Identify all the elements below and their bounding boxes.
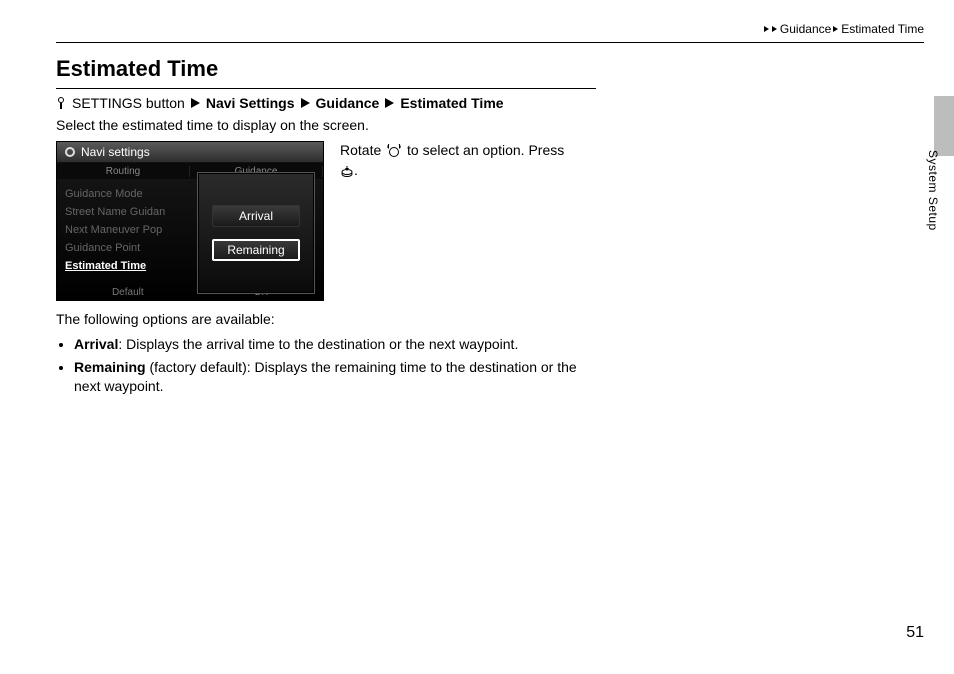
gear-icon [65, 147, 75, 157]
instruction-text: Rotate to select an option. Press . [340, 141, 570, 180]
option-label: Arrival [74, 336, 118, 352]
press-dial-icon [340, 164, 354, 178]
breadcrumb-item: Estimated Time [841, 22, 924, 36]
page-title: Estimated Time [56, 56, 596, 82]
instruction-part: to select an option. Press [403, 142, 564, 158]
lead-text: Select the estimated time to display on … [56, 117, 596, 133]
popup-option: Arrival [212, 205, 300, 227]
instruction-part: . [354, 162, 358, 178]
option-arrival: Arrival: Displays the arrival time to th… [74, 335, 596, 354]
screenshot-tab: Routing [57, 166, 190, 177]
triangle-icon [833, 26, 838, 32]
section-label: System Setup [926, 150, 940, 231]
breadcrumb: Guidance Estimated Time [764, 22, 924, 36]
option-text: (factory default): Displays the remainin… [74, 359, 577, 394]
title-rule [56, 88, 596, 89]
screenshot-header-label: Navi settings [81, 145, 150, 159]
horizontal-rule [56, 42, 924, 43]
option-label: Remaining [74, 359, 146, 375]
instruction-part: Rotate [340, 142, 385, 158]
triangle-icon [764, 26, 769, 32]
footer-default: Default [112, 287, 144, 298]
page-number: 51 [906, 624, 924, 642]
triangle-icon [385, 98, 394, 108]
options-list: Arrival: Displays the arrival time to th… [56, 335, 596, 396]
popup-option-selected: Remaining [212, 239, 300, 261]
rotary-dial-icon [385, 144, 403, 158]
triangle-icon [772, 26, 777, 32]
nav-path-step: Estimated Time [400, 95, 503, 111]
section-tab [934, 96, 954, 156]
nav-path: SETTINGS button Navi Settings Guidance E… [56, 95, 596, 111]
options-intro: The following options are available: [56, 311, 596, 327]
screenshot-popup: Arrival Remaining [197, 172, 315, 294]
nav-path-prefix: SETTINGS button [72, 95, 185, 111]
triangle-icon [301, 98, 310, 108]
option-remaining: Remaining (factory default): Displays th… [74, 358, 596, 396]
triangle-icon [191, 98, 200, 108]
ui-screenshot: Navi settings Routing Guidance Guidance … [56, 141, 324, 301]
settings-button-icon [56, 97, 66, 109]
nav-path-step: Navi Settings [206, 95, 295, 111]
nav-path-step: Guidance [316, 95, 380, 111]
breadcrumb-item: Guidance [780, 22, 831, 36]
screenshot-header: Navi settings [57, 142, 323, 163]
option-text: : Displays the arrival time to the desti… [118, 336, 518, 352]
